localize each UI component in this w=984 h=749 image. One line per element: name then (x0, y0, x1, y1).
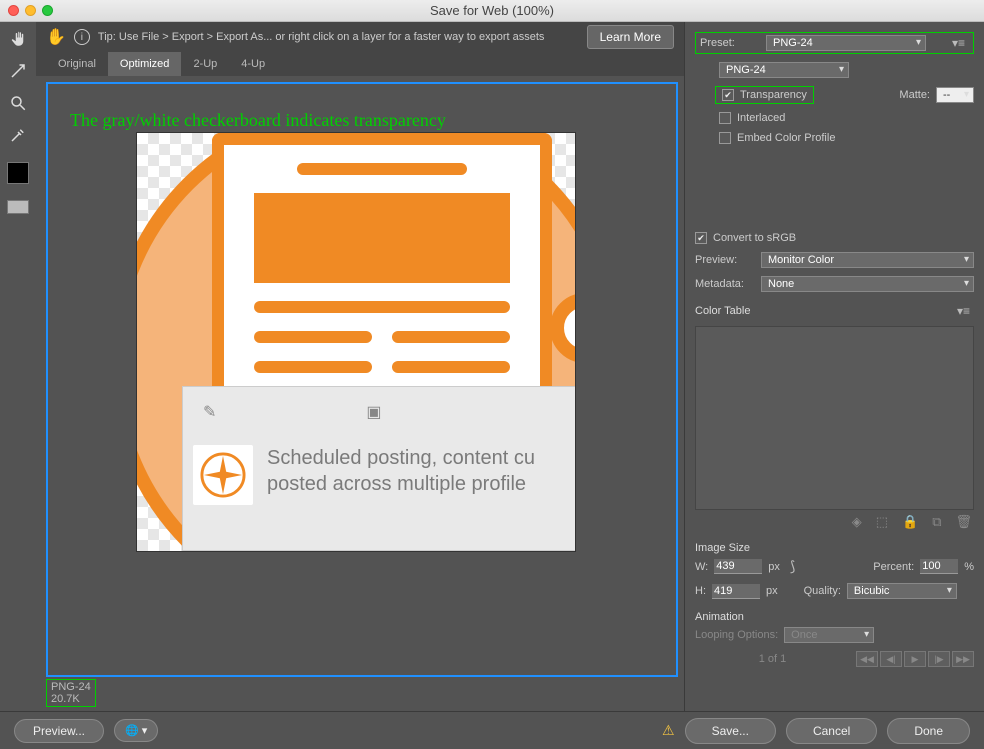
ct-new-icon[interactable]: ⧉ (932, 514, 941, 530)
ct-lock-icon[interactable]: 🔒 (902, 514, 918, 530)
anim-first-icon: ◀◀ (856, 651, 878, 667)
done-button[interactable]: Done (887, 718, 970, 744)
learn-more-button[interactable]: Learn More (587, 25, 674, 49)
matte-select[interactable]: -- (936, 87, 974, 103)
preview-canvas[interactable]: The gray/white checkerboard indicates tr… (46, 82, 678, 677)
artwork-preview: ✎ ▣ Scheduled posting, content cu posted… (136, 132, 576, 552)
hand-tool-icon[interactable] (7, 28, 29, 50)
preset-select[interactable]: PNG-24 (766, 35, 926, 51)
transparency-checkbox[interactable] (722, 89, 734, 101)
height-label: H: (695, 585, 706, 597)
link-dimensions-icon[interactable]: ⟆ (786, 558, 799, 575)
info-icon: i (74, 29, 90, 45)
minimize-icon[interactable] (25, 5, 36, 16)
window-controls (8, 5, 53, 16)
save-button[interactable]: Save... (685, 718, 776, 744)
anim-prev-icon: ◀| (880, 651, 902, 667)
compass-icon (193, 445, 253, 505)
metadata-select[interactable]: None (761, 276, 974, 292)
footer: Preview... 🌐 ▾ ⚠ Save... Cancel Done (0, 711, 984, 749)
image-icon: ▣ (366, 402, 381, 422)
anim-play-icon: ▶ (904, 651, 926, 667)
ct-snap-icon[interactable]: ◈ (852, 514, 862, 530)
width-label: W: (695, 561, 708, 573)
view-tabs: Original Optimized 2-Up 4-Up (36, 52, 684, 76)
metadata-label: Metadata: (695, 278, 755, 290)
preset-label: Preset: (700, 37, 760, 49)
ct-cube-icon[interactable]: ⬚ (876, 514, 888, 530)
callout-text: Scheduled posting, content cu posted acr… (267, 445, 535, 497)
matte-label: Matte: (899, 89, 930, 101)
settings-panel: Preset: PNG-24 ▾≡ PNG-24 Transparency Ma… (684, 22, 984, 749)
preset-menu-icon[interactable]: ▾≡ (948, 36, 969, 50)
px-label-w: px (768, 561, 780, 573)
eyedropper-color-swatch[interactable] (7, 162, 29, 184)
quality-label: Quality: (804, 585, 841, 597)
convert-srgb-label: Convert to sRGB (713, 232, 796, 244)
pencil-icon: ✎ (203, 402, 216, 422)
info-format: PNG-24 (51, 681, 91, 693)
preview-profile-select[interactable]: Monitor Color (761, 252, 974, 268)
slice-select-tool-icon[interactable] (7, 60, 29, 82)
window-title: Save for Web (100%) (0, 3, 984, 18)
cancel-button[interactable]: Cancel (786, 718, 877, 744)
preview-label: Preview: (695, 254, 755, 266)
tool-strip (0, 22, 36, 749)
ct-trash-icon[interactable]: 🗑 (955, 514, 972, 530)
titlebar: Save for Web (100%) (0, 0, 984, 22)
width-input[interactable] (714, 559, 762, 574)
percent-label: Percent: (873, 561, 914, 573)
embed-profile-checkbox[interactable] (719, 132, 731, 144)
eyedropper-tool-icon[interactable] (7, 124, 29, 146)
loop-select: Once (784, 627, 874, 643)
percent-input[interactable] (920, 559, 958, 574)
color-table-menu-icon[interactable]: ▾≡ (953, 304, 974, 318)
transparency-label: Transparency (740, 89, 807, 101)
format-select[interactable]: PNG-24 (719, 62, 849, 78)
browser-preview-menu[interactable]: 🌐 ▾ (114, 719, 158, 742)
percent-unit: % (964, 561, 974, 573)
interlaced-label: Interlaced (737, 112, 785, 124)
embed-profile-label: Embed Color Profile (737, 132, 835, 144)
anim-last-icon: ▶▶ (952, 651, 974, 667)
image-size-title: Image Size (695, 542, 974, 554)
close-icon[interactable] (8, 5, 19, 16)
warning-icon[interactable]: ⚠ (662, 722, 675, 739)
frame-indicator: 1 of 1 (695, 653, 850, 665)
tip-text: Tip: Use File > Export > Export As... or… (98, 31, 545, 43)
animation-controls: ◀◀ ◀| ▶ |▶ ▶▶ (856, 651, 974, 667)
maximize-icon[interactable] (42, 5, 53, 16)
height-input[interactable] (712, 584, 760, 599)
tab-original[interactable]: Original (46, 52, 108, 76)
anim-next-icon: |▶ (928, 651, 950, 667)
toggle-slices-icon[interactable] (7, 200, 29, 214)
quality-select[interactable]: Bicubic (847, 583, 957, 599)
loop-label: Looping Options: (695, 629, 778, 641)
tab-4up[interactable]: 4-Up (229, 52, 277, 76)
info-size: 20.7K (51, 693, 80, 705)
animation-title: Animation (695, 611, 974, 623)
color-table (695, 326, 974, 510)
hand-icon: ✋ (46, 27, 66, 47)
transparency-annotation: The gray/white checkerboard indicates tr… (70, 110, 446, 131)
preview-button[interactable]: Preview... (14, 719, 104, 743)
interlaced-checkbox[interactable] (719, 112, 731, 124)
px-label-h: px (766, 585, 778, 597)
tab-2up[interactable]: 2-Up (181, 52, 229, 76)
convert-srgb-checkbox[interactable] (695, 232, 707, 244)
tip-bar: ✋ i Tip: Use File > Export > Export As..… (36, 22, 684, 52)
tab-optimized[interactable]: Optimized (108, 52, 182, 76)
color-table-title: Color Table (695, 305, 750, 317)
zoom-tool-icon[interactable] (7, 92, 29, 114)
